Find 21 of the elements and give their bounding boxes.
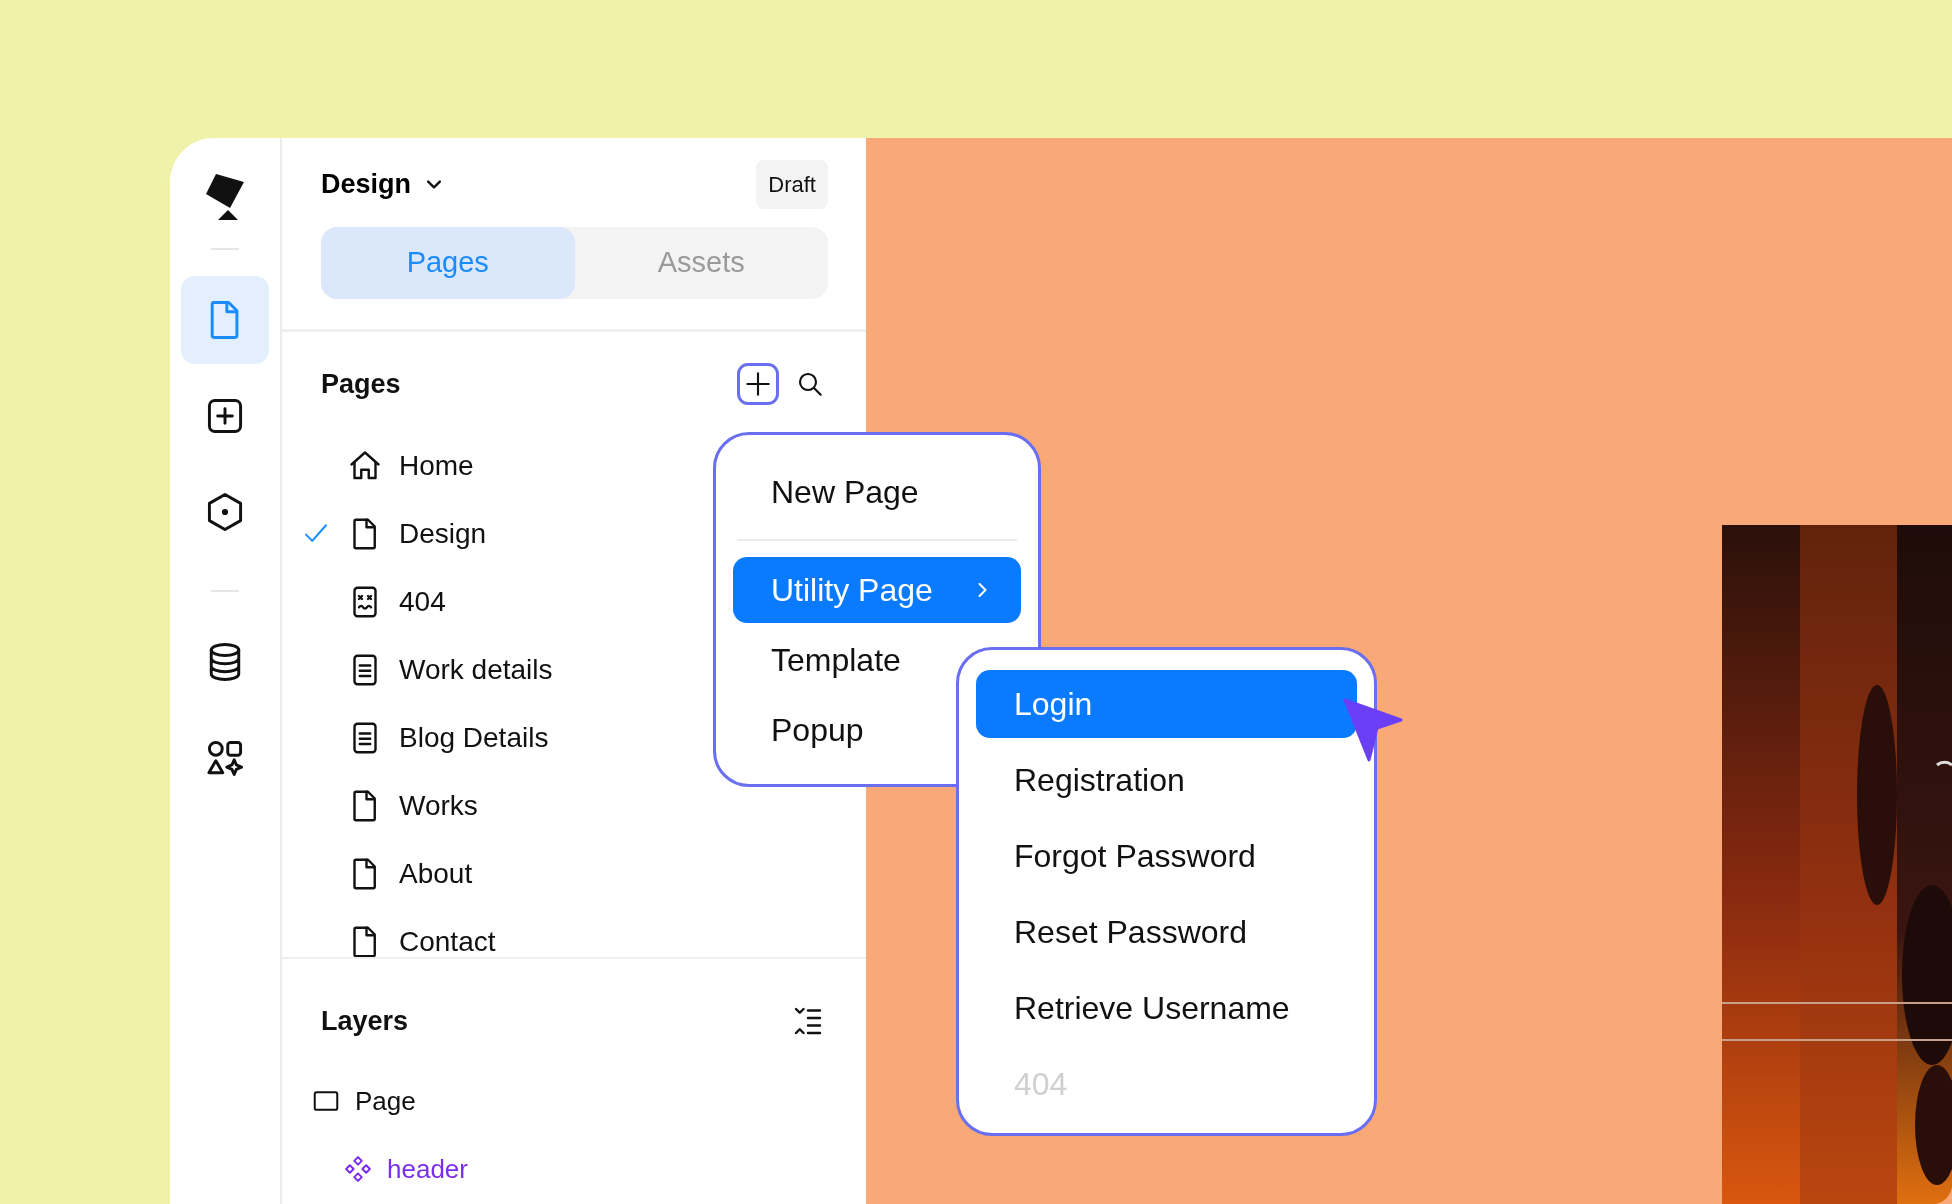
layer-item[interactable]: Page (311, 1067, 828, 1135)
layer-item[interactable]: header (311, 1135, 828, 1203)
section-title: Layers (321, 1004, 409, 1038)
chevron-down-icon (427, 180, 442, 189)
cursor-icon (1343, 698, 1403, 762)
project-dropdown[interactable]: Design (321, 164, 442, 205)
section-title: Pages (321, 367, 401, 401)
add-page-button[interactable] (740, 366, 776, 402)
list-item[interactable]: About (301, 840, 828, 908)
menu-item[interactable]: Reset Password (976, 898, 1357, 966)
chevron-right-icon (978, 583, 987, 597)
menu-item[interactable]: Utility Page (733, 557, 1021, 623)
list-item[interactable]: Contact (301, 908, 828, 957)
menu-item[interactable]: Registration (976, 746, 1357, 814)
menu-item[interactable]: New Page (733, 459, 1021, 525)
list-item[interactable]: Works (301, 772, 828, 840)
component-icon (343, 1154, 373, 1184)
menu-item[interactable]: Login (976, 670, 1357, 738)
menu-item[interactable]: Retrieve Username (976, 974, 1357, 1042)
menu-item[interactable]: Forgot Password (976, 822, 1357, 890)
status-badge: Draft (756, 160, 828, 209)
